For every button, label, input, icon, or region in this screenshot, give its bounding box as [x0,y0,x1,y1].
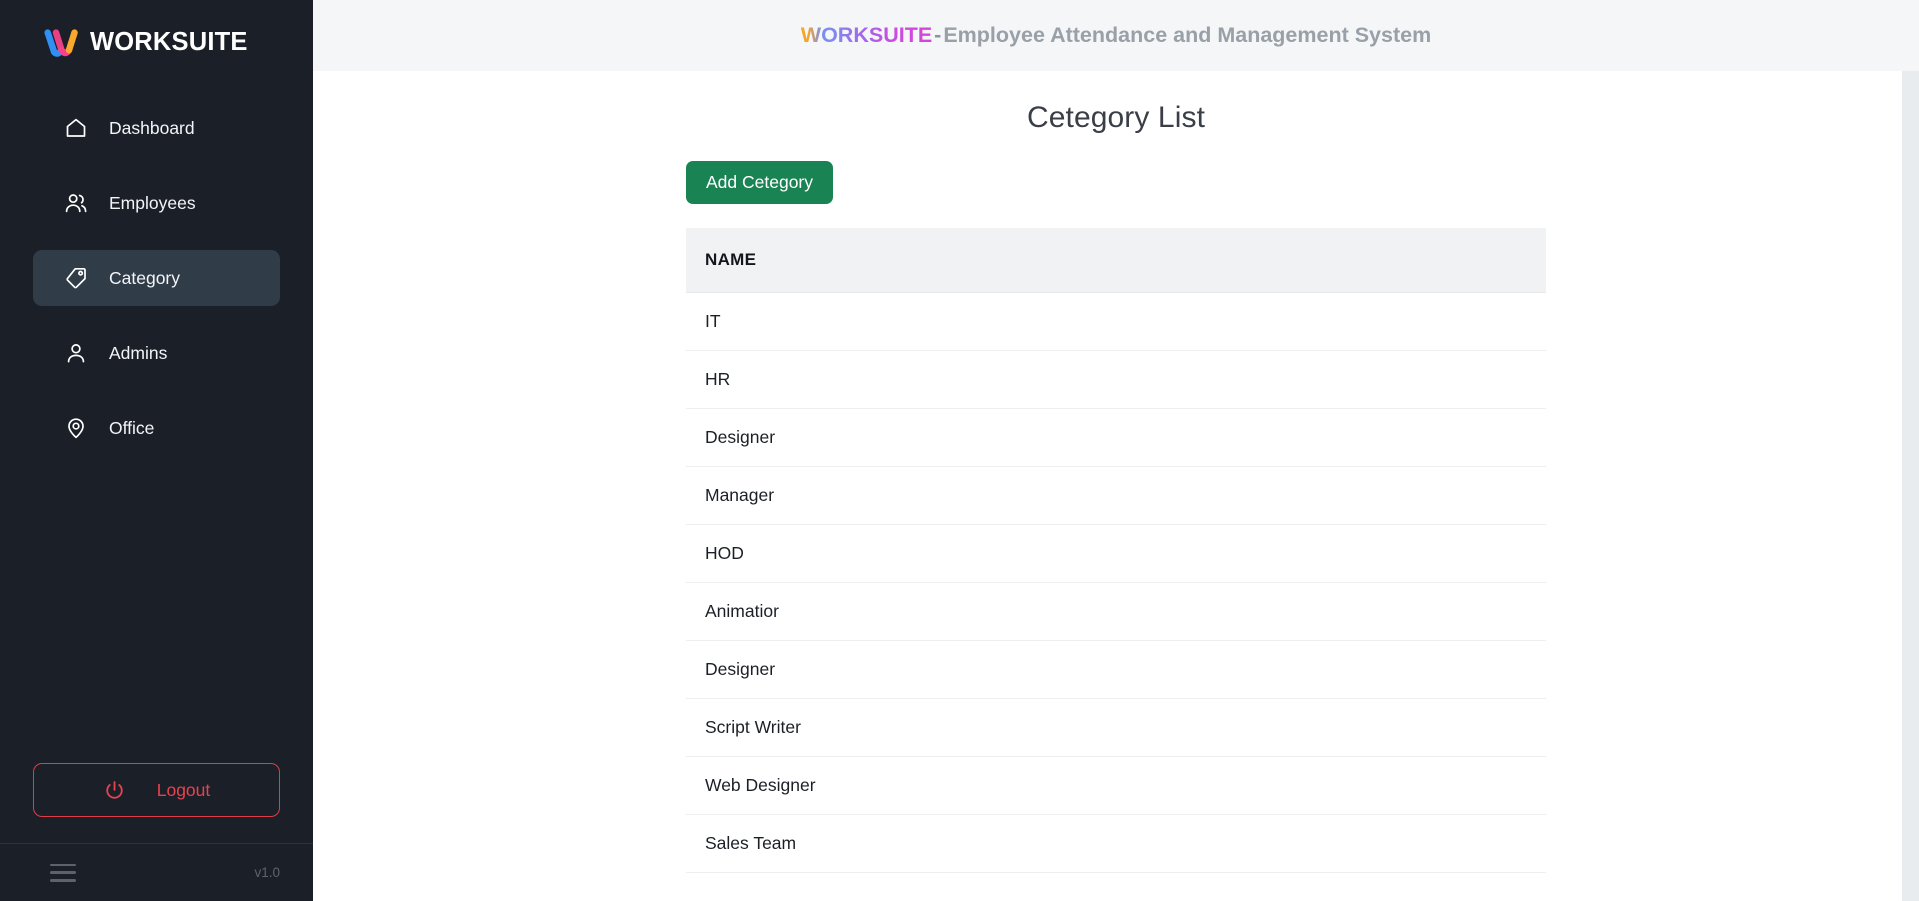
table-body: IT HR Designer Manager HOD Animatior Des… [686,292,1546,873]
sidebar: WORKSUITE Dashboard Employees Category A… [0,0,313,901]
tag-icon [64,266,88,290]
content-area: Cetegory List Add Cetegory NAME IT HR De… [313,71,1919,901]
topbar: WORKSUITE-Employee Attendance and Manage… [313,0,1919,71]
sidebar-item-dashboard[interactable]: Dashboard [33,100,280,156]
add-category-button[interactable]: Add Cetegory [686,161,834,204]
table-row[interactable]: Designer [686,640,1546,699]
table-row[interactable]: Sales Team [686,814,1546,873]
cell-name: HOD [686,524,1546,583]
category-table: NAME IT HR Designer Manager HOD Animatio… [686,228,1546,873]
topbar-brand: WORKSUITE [800,23,933,47]
sidebar-item-label: Office [109,417,155,438]
table-row[interactable]: Web Designer [686,756,1546,815]
home-icon [64,116,88,140]
cell-name: Designer [686,640,1546,699]
logout-container: Logout [0,763,313,817]
cell-name: HR [686,350,1546,409]
sidebar-brand[interactable]: WORKSUITE [0,0,313,86]
table-header-row: NAME [686,228,1546,293]
cell-name: Script Writer [686,698,1546,757]
table-row[interactable]: Script Writer [686,698,1546,757]
toolbar: Add Cetegory [686,161,1546,204]
sidebar-brand-text: WORKSUITE [90,28,248,57]
table-row[interactable]: IT [686,292,1546,351]
sidebar-item-admins[interactable]: Admins [33,325,280,381]
users-icon [64,191,88,215]
cell-name: Designer [686,408,1546,467]
sidebar-item-label: Category [109,267,181,288]
category-table-container: NAME IT HR Designer Manager HOD Animatio… [686,228,1546,873]
logout-label: Logout [156,779,211,800]
hamburger-icon[interactable] [50,863,76,882]
table-row[interactable]: Manager [686,466,1546,525]
sidebar-item-label: Employees [109,192,196,213]
table-row[interactable]: HOD [686,524,1546,583]
column-header-name[interactable]: NAME [686,228,1546,293]
table-row[interactable]: HR [686,350,1546,409]
page-title: Cetegory List [1026,101,1206,134]
worksuite-w-logo-icon [44,28,81,58]
version-label: v1.0 [254,865,280,880]
map-pin-icon [64,416,88,440]
table-row[interactable]: Designer [686,408,1546,467]
main-area: WORKSUITE-Employee Attendance and Manage… [313,0,1919,901]
sidebar-item-category[interactable]: Category [33,250,280,306]
page-scrollbar[interactable] [1902,71,1919,901]
sidebar-item-label: Dashboard [109,117,195,138]
cell-name: IT [686,292,1546,351]
cell-name: Animatior [686,582,1546,641]
sidebar-nav: Dashboard Employees Category Admins Offi… [0,100,313,475]
user-icon [64,341,88,365]
cell-name: Web Designer [686,756,1546,815]
sidebar-footer: v1.0 [0,843,313,901]
topbar-separator: - [934,23,942,47]
table-head: NAME [686,228,1546,293]
cell-name: Sales Team [686,814,1546,873]
topbar-subtitle: Employee Attendance and Management Syste… [943,23,1432,47]
power-icon [103,779,126,802]
sidebar-item-office[interactable]: Office [33,400,280,456]
app-root: WORKSUITE Dashboard Employees Category A… [0,0,1919,901]
content-panel: Add Cetegory NAME IT HR Designer Manager… [313,161,1919,873]
cell-name: Manager [686,466,1546,525]
sidebar-item-label: Admins [109,342,168,363]
topbar-title: WORKSUITE-Employee Attendance and Manage… [801,23,1431,48]
sidebar-item-employees[interactable]: Employees [33,175,280,231]
logout-button[interactable]: Logout [33,763,280,817]
table-row[interactable]: Animatior [686,582,1546,641]
